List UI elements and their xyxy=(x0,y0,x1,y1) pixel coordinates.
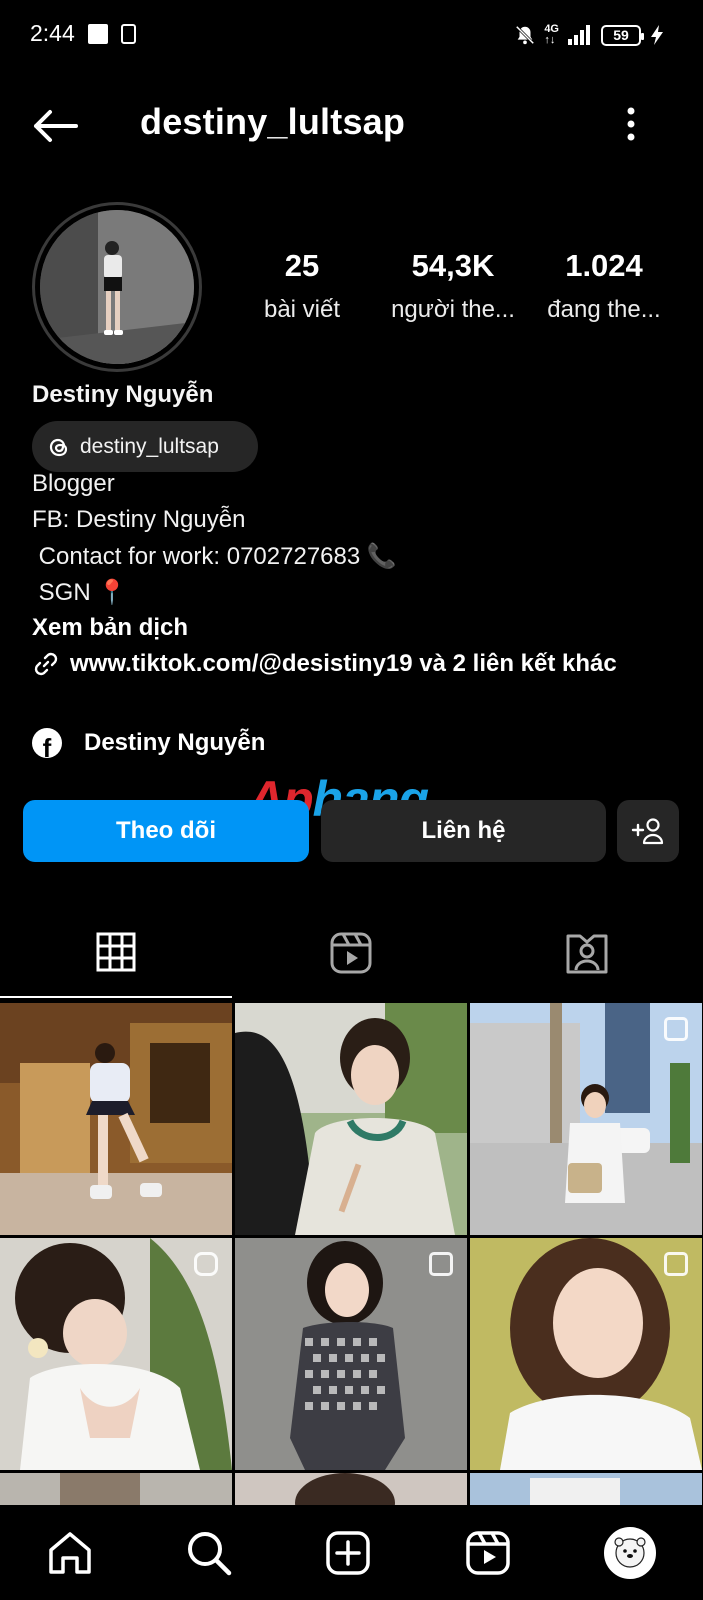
stat-followers-label: người the... xyxy=(391,296,515,323)
bio-line-2: FB: Destiny Nguyễn xyxy=(32,506,246,533)
post-tile[interactable] xyxy=(470,1003,702,1235)
bio-line-4: SGN 📍 xyxy=(32,579,128,606)
reels-icon[interactable] xyxy=(330,932,372,974)
stat-followers[interactable]: 54,3K người the... xyxy=(383,248,523,324)
link-icon xyxy=(34,652,58,676)
avatar[interactable] xyxy=(40,210,194,364)
facebook-name: Destiny Nguyễn xyxy=(84,729,266,756)
network-type: 4G ↑↓ xyxy=(544,23,559,46)
profile-icon[interactable] xyxy=(604,1526,657,1579)
bio-line-3: Contact for work: 0702727683 📞 xyxy=(32,543,397,570)
signal-icon xyxy=(568,25,590,45)
facebook-icon: f xyxy=(32,728,62,758)
grid-icon[interactable] xyxy=(96,932,136,972)
carousel-badge-icon xyxy=(664,1252,688,1276)
post-tile[interactable] xyxy=(470,1473,702,1508)
notification-icon xyxy=(88,24,108,44)
post-tile[interactable] xyxy=(470,1238,702,1470)
follow-button[interactable]: Theo dõi xyxy=(23,800,309,862)
carousel-badge-icon xyxy=(664,1017,688,1041)
add-person-button[interactable] xyxy=(617,800,679,862)
facebook-link[interactable]: f Destiny Nguyễn xyxy=(32,728,265,758)
add-person-icon xyxy=(631,818,664,845)
download-icon xyxy=(121,24,136,44)
back-arrow-icon[interactable] xyxy=(32,108,78,144)
bell-muted-icon xyxy=(516,25,535,45)
see-translation-link[interactable]: Xem bản dịch xyxy=(32,614,188,642)
status-icons: 4G ↑↓ 59 xyxy=(514,20,665,50)
post-tile[interactable] xyxy=(235,1473,467,1508)
status-time: 2:44 xyxy=(30,20,75,46)
stat-following[interactable]: 1.024 đang the... xyxy=(536,248,672,324)
contact-button[interactable]: Liên hệ xyxy=(321,800,606,862)
carousel-badge-icon xyxy=(429,1252,453,1276)
display-name: Destiny Nguyễn xyxy=(32,381,214,408)
bottom-navigation xyxy=(0,1505,703,1600)
threads-handle: destiny_lultsap xyxy=(80,434,219,458)
post-tile[interactable] xyxy=(0,1003,232,1235)
reels-nav-icon[interactable] xyxy=(465,1530,511,1576)
post-tile[interactable] xyxy=(235,1238,467,1470)
stat-posts-label: bài viết xyxy=(263,296,341,323)
external-link[interactable]: www.tiktok.com/@desistiny19 và 2 liên kế… xyxy=(32,650,617,678)
threads-icon xyxy=(49,438,68,456)
battery-indicator: 59 xyxy=(601,24,644,46)
bio-line-1: Blogger xyxy=(32,470,115,497)
page-title: destiny_lultsap xyxy=(140,101,406,142)
more-vertical-icon[interactable] xyxy=(625,106,637,142)
post-tile[interactable] xyxy=(0,1473,232,1508)
active-tab-indicator xyxy=(0,996,232,998)
reel-badge-icon xyxy=(194,1252,218,1276)
stat-posts-value: 25 xyxy=(284,248,320,283)
tagged-icon[interactable] xyxy=(566,932,608,974)
stat-followers-value: 54,3K xyxy=(411,248,495,283)
charging-icon xyxy=(651,25,663,45)
stat-following-label: đang the... xyxy=(547,296,661,323)
stat-following-value: 1.024 xyxy=(565,248,643,283)
home-icon[interactable] xyxy=(47,1530,93,1576)
threads-badge[interactable]: destiny_lultsap xyxy=(32,421,258,472)
external-link-text: www.tiktok.com/@desistiny19 và 2 liên kế… xyxy=(70,650,617,677)
create-icon[interactable] xyxy=(325,1530,371,1576)
post-tile[interactable] xyxy=(0,1238,232,1470)
stat-posts[interactable]: 25 bài viết xyxy=(252,248,352,324)
search-icon[interactable] xyxy=(186,1530,232,1576)
post-tile[interactable] xyxy=(235,1003,467,1235)
